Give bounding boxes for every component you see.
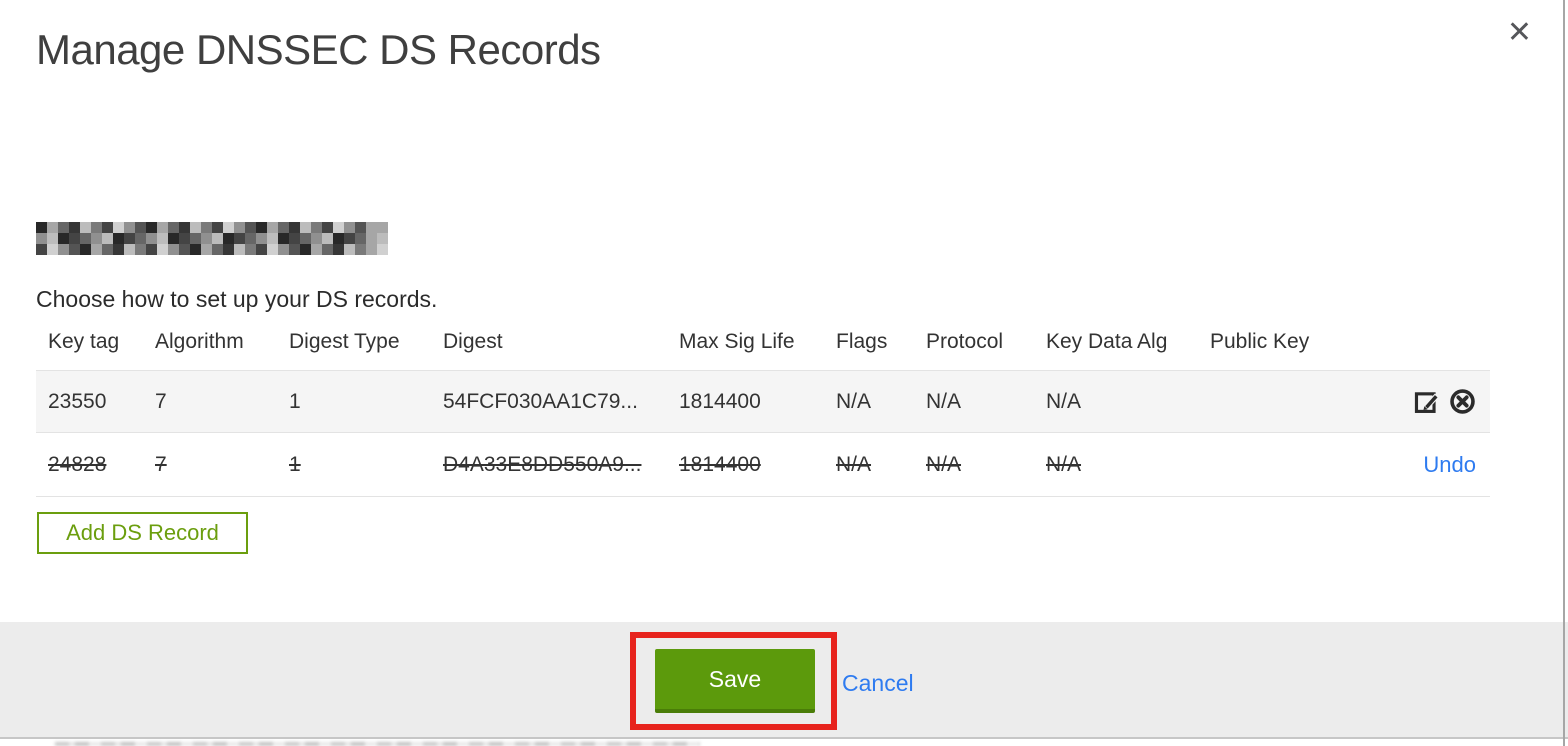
cell-flags: N/A [836,452,872,476]
cell-key-data-alg: N/A [1046,389,1082,413]
dnssec-modal: Manage DNSSEC DS Records ✕ Choose how to… [0,0,1568,746]
cell-digest-type: 1 [289,452,301,476]
cell-flags: N/A [836,389,872,413]
col-header-key-data-alg: Key Data Alg [1046,330,1168,353]
cell-max-sig-life: 1814400 [679,389,761,413]
col-header-key-tag: Key tag [48,330,120,353]
cell-key-tag: 24828 [48,452,107,476]
cell-max-sig-life: 1814400 [679,452,761,476]
annotation-red-box: Save [630,632,837,730]
edit-icon[interactable] [1414,388,1441,415]
col-header-public-key: Public Key [1210,330,1310,353]
table-row: 23550 7 1 54FCF030AA1C79... 1814400 N/A … [36,370,1490,433]
col-header-flags: Flags [836,330,888,353]
cell-algorithm: 7 [155,452,167,476]
cell-digest: D4A33E8DD550A9... [443,452,642,476]
col-header-actions [1368,326,1490,371]
page-behind-modal [55,742,700,746]
page-title: Manage DNSSEC DS Records [36,26,601,73]
col-header-protocol: Protocol [926,330,1004,353]
cell-algorithm: 7 [155,389,167,413]
cell-digest: 54FCF030AA1C79... [443,389,638,413]
ds-records-table: Key tag Algorithm Digest Type Digest Max… [36,326,1490,497]
modal-footer: Save Cancel [0,622,1568,739]
cell-public-key [1210,433,1368,497]
undo-link[interactable]: Undo [1423,452,1476,477]
redacted-domain-name [36,222,388,255]
table-header-row: Key tag Algorithm Digest Type Digest Max… [36,326,1490,371]
cell-public-key [1210,371,1368,433]
col-header-max-sig-life: Max Sig Life [679,330,795,353]
cell-protocol: N/A [926,389,962,413]
add-ds-record-button[interactable]: Add DS Record [37,512,248,554]
close-icon[interactable]: ✕ [1507,18,1532,48]
cell-key-data-alg: N/A [1046,452,1082,476]
col-header-digest: Digest [443,330,503,353]
cancel-link[interactable]: Cancel [842,670,914,697]
delete-icon[interactable] [1449,388,1476,415]
save-button[interactable]: Save [655,649,815,713]
window-border [1563,0,1565,746]
cell-actions: Undo [1368,433,1490,497]
cell-digest-type: 1 [289,389,301,413]
col-header-digest-type: Digest Type [289,330,400,353]
col-header-algorithm: Algorithm [155,330,244,353]
cell-actions [1368,371,1490,433]
cell-protocol: N/A [926,452,962,476]
cell-key-tag: 23550 [48,389,107,413]
instruction-text: Choose how to set up your DS records. [36,286,438,312]
table-row: 24828 7 1 D4A33E8DD550A9... 1814400 N/A … [36,432,1490,497]
